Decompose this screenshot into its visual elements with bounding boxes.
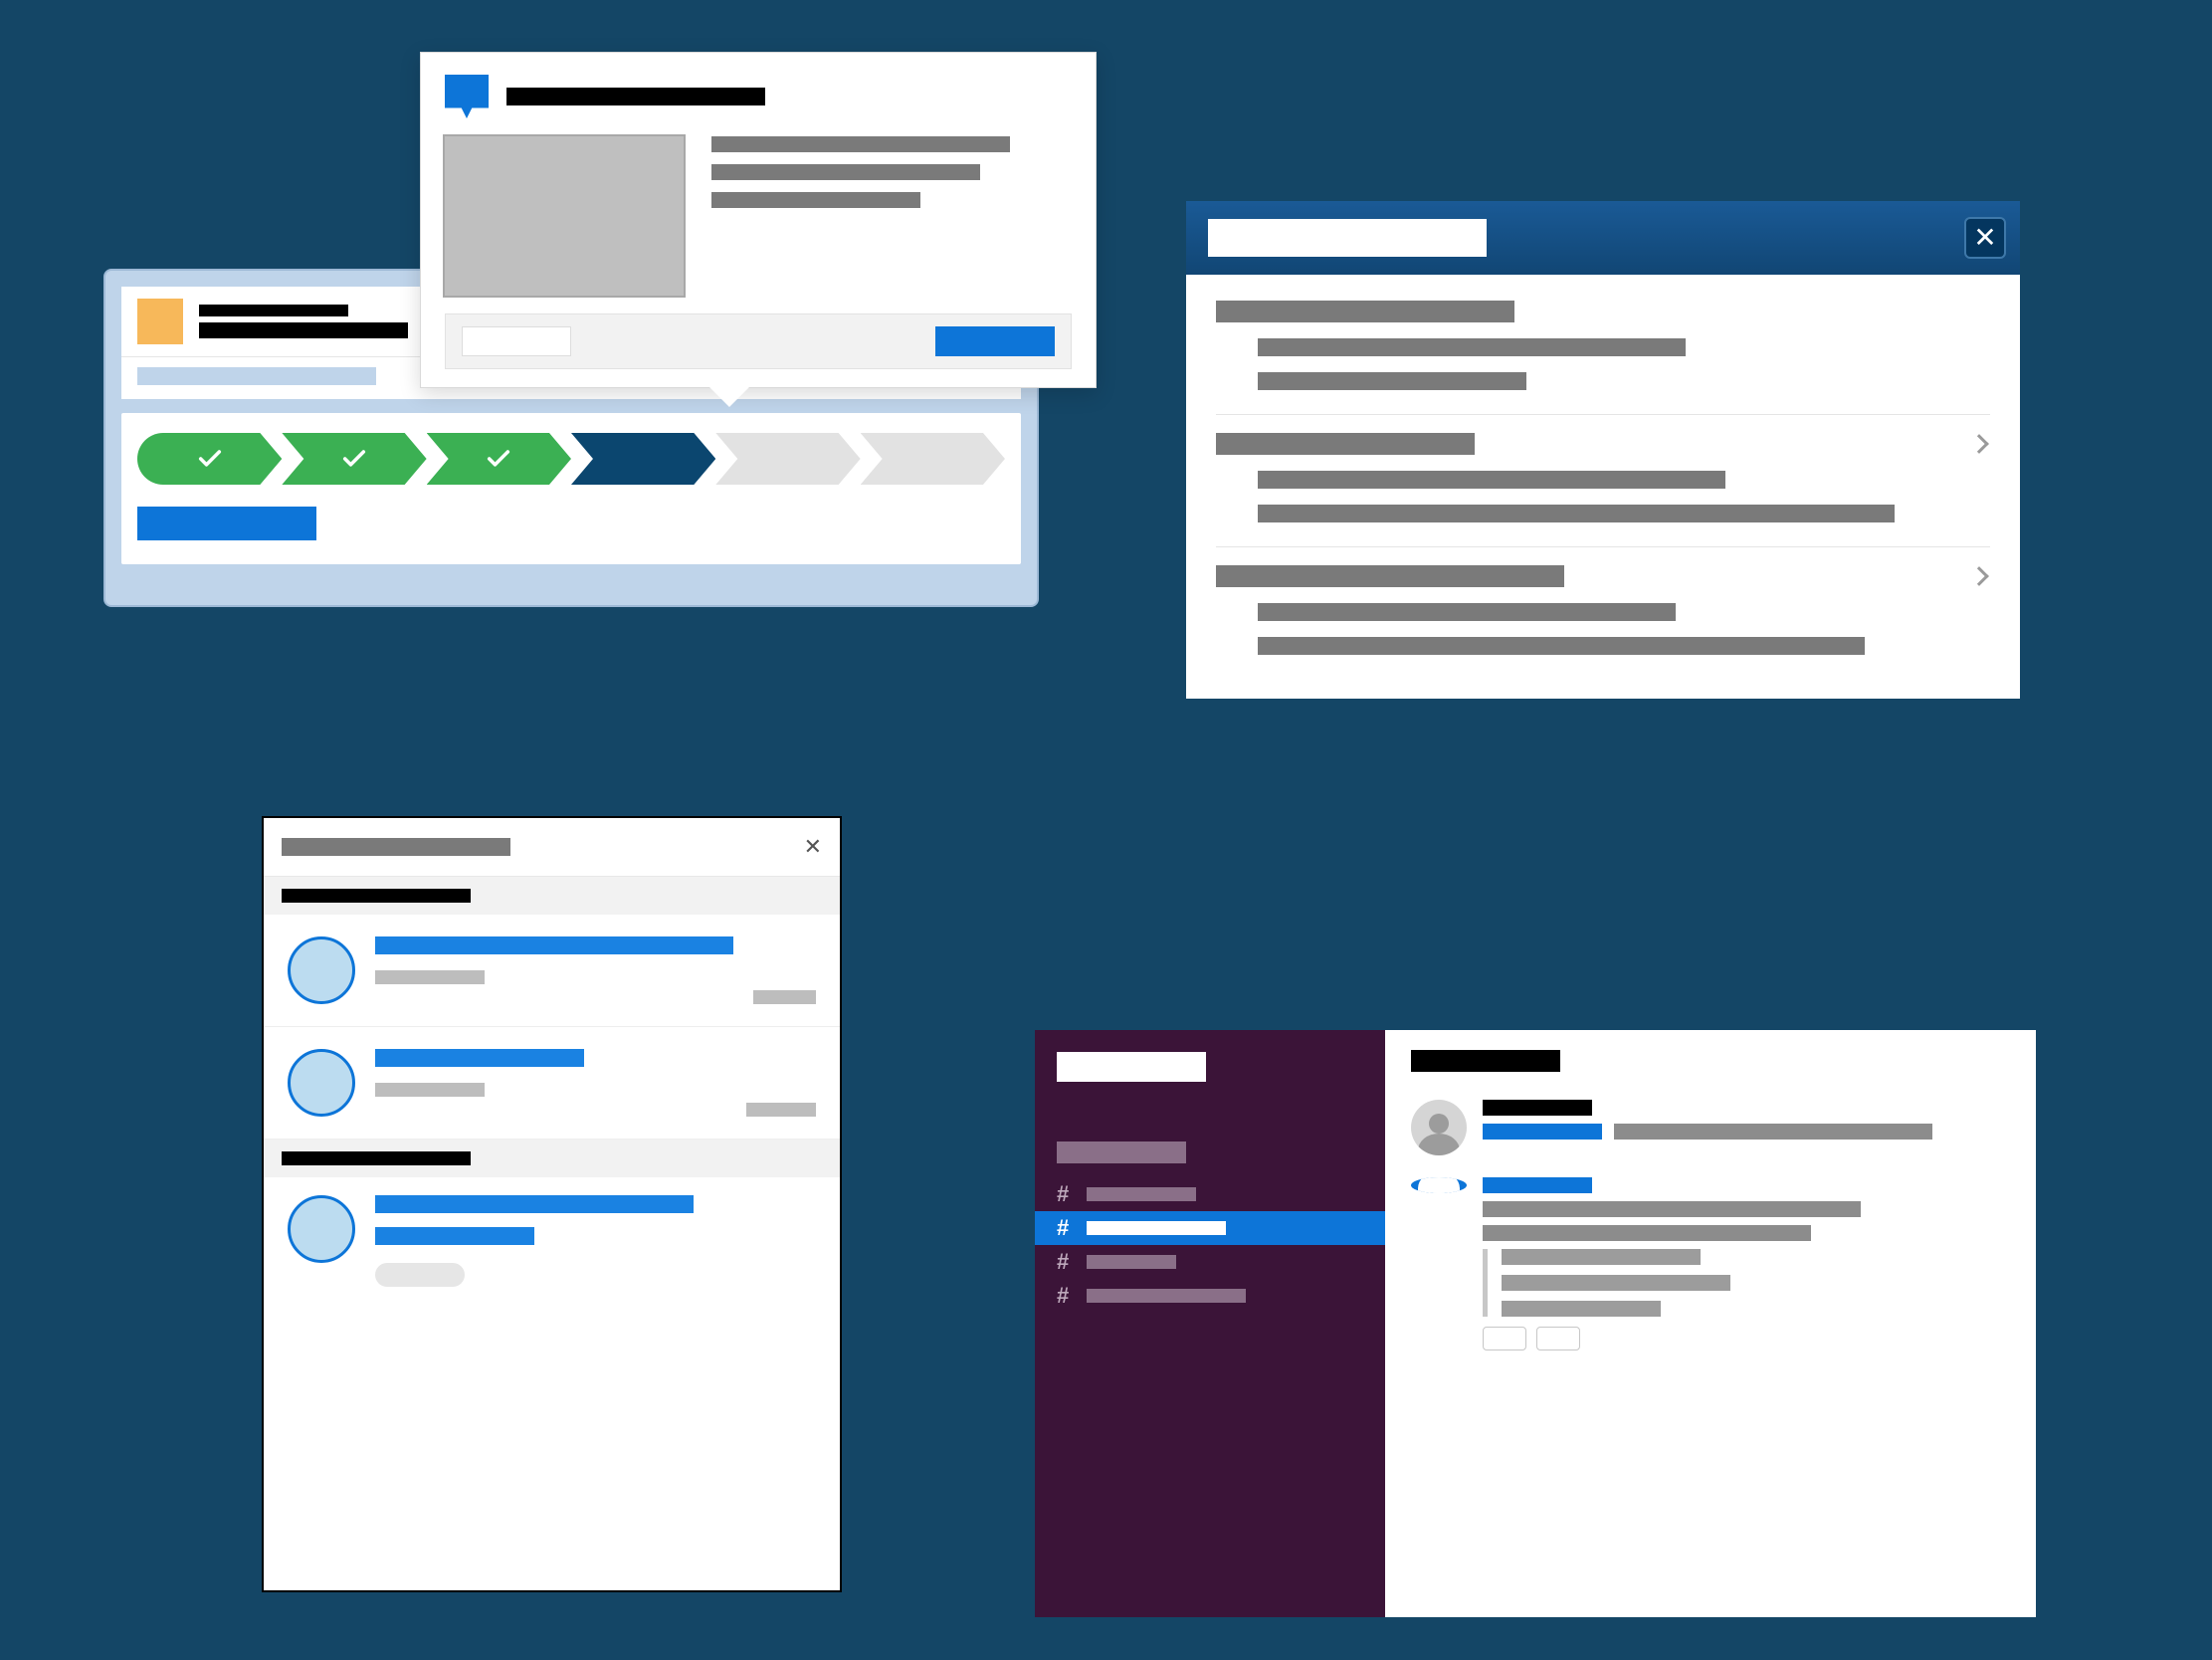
message	[1411, 1177, 2010, 1350]
record-title-block	[199, 305, 408, 338]
result-item[interactable]	[1258, 471, 1725, 489]
conversation-item[interactable]	[264, 915, 840, 1027]
message-text	[1483, 1201, 1861, 1217]
reaction-button[interactable]	[1483, 1327, 1526, 1350]
reaction-button[interactable]	[1536, 1327, 1580, 1350]
group-header[interactable]	[1216, 565, 1564, 587]
popover-title	[506, 88, 765, 105]
timestamp	[753, 990, 816, 1004]
path-step-6[interactable]	[861, 433, 1005, 485]
channel-item[interactable]: #	[1035, 1177, 1385, 1211]
chevron-right-icon	[1969, 434, 1989, 454]
popover-submit-button[interactable]	[935, 326, 1055, 356]
channel-name	[1087, 1221, 1226, 1235]
hash-icon: #	[1057, 1215, 1075, 1241]
record-type-icon	[137, 299, 183, 344]
attachment-pill[interactable]	[375, 1263, 465, 1287]
popover-thumbnail	[445, 136, 684, 296]
conversation-item[interactable]	[264, 1027, 840, 1140]
close-icon[interactable]: ✕	[804, 834, 822, 860]
workspace-name[interactable]	[1057, 1052, 1206, 1082]
new-conversation-header	[264, 1140, 840, 1177]
result-item[interactable]	[1258, 338, 1686, 356]
hash-icon: #	[1057, 1249, 1075, 1275]
zendesk-search-panel: ✕	[1186, 201, 2020, 699]
intercom-messenger: ✕	[262, 816, 842, 1592]
avatar-icon	[288, 1195, 355, 1263]
close-icon: ✕	[1973, 224, 1996, 252]
slack-message-pane	[1385, 1030, 2036, 1617]
message-text	[1614, 1124, 1932, 1140]
search-header: ✕	[1186, 201, 2020, 275]
chat-bubble-icon	[445, 75, 489, 118]
result-item[interactable]	[1258, 505, 1895, 522]
avatar-icon	[288, 936, 355, 1004]
conversations-header	[264, 877, 840, 915]
timestamp	[746, 1103, 816, 1117]
record-body	[121, 413, 1021, 564]
hash-icon: #	[1057, 1181, 1075, 1207]
slack-sidebar: # # # #	[1035, 1030, 1385, 1617]
primary-action-button[interactable]	[137, 507, 316, 540]
channel-title	[1411, 1050, 1560, 1072]
channels-section-label	[1057, 1141, 1186, 1163]
username	[1483, 1100, 1592, 1116]
sales-path[interactable]	[137, 433, 1005, 485]
message-attachment[interactable]	[1483, 1249, 2010, 1317]
hash-icon: #	[1057, 1283, 1075, 1309]
chevron-right-icon	[1969, 566, 1989, 586]
link-text[interactable]	[1483, 1177, 1592, 1193]
link-text[interactable]	[1483, 1124, 1602, 1140]
messenger-title	[282, 838, 510, 856]
result-group-3	[1216, 546, 1990, 655]
path-step-3[interactable]	[427, 433, 571, 485]
result-group-1	[1216, 301, 1990, 390]
composer[interactable]	[264, 1177, 840, 1305]
guidance-popover	[420, 52, 1097, 388]
avatar-icon	[1411, 1177, 1467, 1193]
channel-name	[1087, 1255, 1176, 1269]
check-icon	[340, 445, 368, 473]
close-button[interactable]: ✕	[1964, 217, 2006, 259]
path-step-4[interactable]	[571, 433, 715, 485]
reaction-bar	[1483, 1327, 2010, 1350]
slack-window: # # # #	[1035, 1030, 2036, 1617]
group-header[interactable]	[1216, 433, 1475, 455]
result-item[interactable]	[1258, 603, 1676, 621]
path-step-5[interactable]	[715, 433, 860, 485]
path-step-2[interactable]	[282, 433, 426, 485]
popover-text-input[interactable]	[462, 326, 571, 356]
group-header[interactable]	[1216, 301, 1514, 322]
channel-item[interactable]: #	[1035, 1279, 1385, 1313]
check-icon	[196, 445, 224, 473]
check-icon	[485, 445, 512, 473]
avatar-icon	[288, 1049, 355, 1117]
channel-name	[1087, 1289, 1246, 1303]
channel-name	[1087, 1187, 1196, 1201]
result-item[interactable]	[1258, 372, 1526, 390]
message-text	[1483, 1225, 1811, 1241]
path-step-1[interactable]	[137, 433, 282, 485]
search-input[interactable]	[1208, 219, 1487, 257]
channel-item[interactable]: #	[1035, 1211, 1385, 1245]
avatar-icon	[1411, 1100, 1467, 1155]
result-item[interactable]	[1258, 637, 1865, 655]
channel-item[interactable]: #	[1035, 1245, 1385, 1279]
message	[1411, 1100, 2010, 1155]
result-group-2	[1216, 414, 1990, 522]
